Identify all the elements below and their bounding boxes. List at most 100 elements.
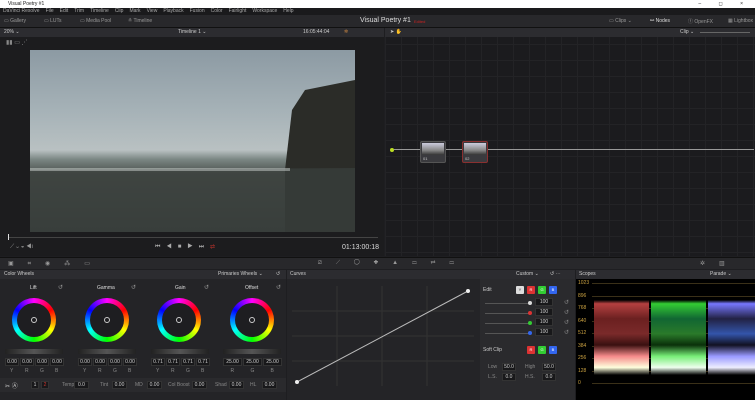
node-editor[interactable]: ➤ ✋ Clip ⌄ 01 02 [385, 28, 755, 256]
openfx-button[interactable]: ⓕ OpenFX [688, 18, 713, 25]
node-01[interactable]: 01 [420, 141, 446, 163]
menu-item[interactable]: DaVinci Resolve [3, 8, 40, 14]
gamma-wheel[interactable] [85, 298, 129, 342]
softclip-toggle[interactable]: B [549, 346, 557, 354]
zoom-slider[interactable] [700, 32, 750, 33]
menu-item[interactable]: Fairlight [229, 8, 247, 14]
offset-master[interactable] [223, 349, 281, 354]
wheel-value-input[interactable]: 0.00 [108, 358, 122, 366]
adjust-input[interactable]: 0.00 [192, 381, 207, 389]
playhead[interactable] [8, 234, 9, 240]
color-icon[interactable]: ✲ [344, 28, 348, 37]
wheel-reset-icon[interactable]: ↺ [131, 284, 136, 291]
slider-handle[interactable] [528, 311, 532, 315]
reset-icon[interactable]: ↺ ⋯ [550, 270, 561, 279]
channel-toggle-b[interactable]: B [549, 286, 557, 294]
intensity-input[interactable]: 100 [535, 308, 553, 316]
page-2-button[interactable]: 2 [41, 381, 49, 389]
intensity-input[interactable]: 100 [535, 318, 553, 326]
wheel-value-input[interactable]: 0.00 [93, 358, 107, 366]
lift-master[interactable] [5, 349, 63, 354]
high-input[interactable]: 50.0 [542, 363, 556, 371]
wheel-reset-icon[interactable]: ↺ [58, 284, 63, 291]
adjust-input[interactable]: 0.0 [74, 381, 89, 389]
window-controls[interactable]: – ◻ × [698, 0, 751, 8]
gamma-master[interactable] [78, 349, 136, 354]
menu-item[interactable]: Fusion [190, 8, 205, 14]
adjust-input[interactable]: 0.00 [229, 381, 244, 389]
scope-mode-select[interactable]: Parade ⌄ [710, 270, 732, 279]
channel-toggle-y[interactable]: Y [516, 286, 524, 294]
menu-item[interactable]: Help [283, 8, 293, 14]
menu-item[interactable]: Edit [60, 8, 69, 14]
viewer-mode-icons[interactable]: ▮▮ ▭ ⋰ [6, 39, 28, 46]
low-input[interactable]: 50.0 [502, 363, 516, 371]
nodes-button[interactable]: ⚯ Nodes [650, 18, 670, 24]
wheel-reset-icon[interactable]: ↺ [276, 284, 281, 291]
page-1-button[interactable]: 1 [31, 381, 39, 389]
intensity-input[interactable]: 100 [535, 298, 553, 306]
wheel-value-input[interactable]: 25.00 [223, 358, 242, 366]
slider-handle[interactable] [528, 331, 532, 335]
node-02[interactable]: 02 [462, 141, 488, 163]
ls-input[interactable]: 0.0 [502, 373, 516, 381]
channel-toggle-g[interactable]: G [538, 286, 546, 294]
palette-icons-right[interactable]: ✲▥ [700, 260, 739, 267]
channel-toggle-r[interactable]: R [527, 286, 535, 294]
wheel-value-input[interactable]: 0.00 [50, 358, 64, 366]
wheel-value-input[interactable]: 0.71 [196, 358, 210, 366]
wheel-value-input[interactable]: 0.00 [5, 358, 19, 366]
wheels-mode-select[interactable]: Primaries Wheels ⌄ [218, 270, 263, 279]
menu-item[interactable]: Mark [129, 8, 140, 14]
wheel-value-input[interactable]: 0.71 [181, 358, 195, 366]
curve-graph[interactable] [292, 286, 474, 386]
pointer-icon[interactable]: ➤ ✋ [390, 28, 402, 37]
menu-item[interactable]: Color [211, 8, 223, 14]
hs-input[interactable]: 0.0 [542, 373, 556, 381]
auto-balance-icon[interactable]: ✂ Ⓐ [5, 381, 18, 390]
palette-icons-center[interactable]: ⧄⟋◯✚▲▭⇄▭ [318, 260, 468, 267]
menu-item[interactable]: Workspace [252, 8, 277, 14]
gain-wheel[interactable] [157, 298, 201, 342]
gallery-button[interactable]: ▭ Gallery [4, 18, 26, 24]
wheel-value-input[interactable]: 25.00 [263, 358, 282, 366]
wheel-value-input[interactable]: 0.00 [20, 358, 34, 366]
wheel-value-input[interactable]: 0.00 [35, 358, 49, 366]
adjust-input[interactable]: 0.00 [147, 381, 162, 389]
media-pool-button[interactable]: ▭ Media Pool [80, 18, 111, 24]
menu-item[interactable]: Trim [74, 8, 84, 14]
reset-icon[interactable]: ↺ [564, 319, 569, 326]
menu-item[interactable]: Timeline [90, 8, 109, 14]
luts-button[interactable]: ▭ LUTs [44, 18, 62, 24]
wheel-value-input[interactable]: 0.71 [151, 358, 165, 366]
clip-select[interactable]: Clip ⌄ [680, 28, 694, 37]
intensity-slider[interactable] [485, 323, 530, 324]
timeline-select[interactable]: Timeline 1 ⌄ [178, 28, 206, 37]
reset-icon[interactable]: ↺ [564, 299, 569, 306]
softclip-toggle[interactable]: G [538, 346, 546, 354]
wheel-value-input[interactable]: 25.00 [243, 358, 262, 366]
gain-master[interactable] [151, 349, 209, 354]
intensity-slider[interactable] [485, 303, 530, 304]
reset-icon[interactable]: ↺ [564, 329, 569, 336]
wheel-value-input[interactable]: 0.00 [123, 358, 137, 366]
intensity-slider[interactable] [485, 333, 530, 334]
intensity-slider[interactable] [485, 313, 530, 314]
palette-icons-left[interactable]: ▣⌗◉⁂▭ [8, 260, 104, 268]
clips-button[interactable]: ▭ Clips ⌄ [609, 18, 632, 24]
menu-item[interactable]: File [46, 8, 54, 14]
zoom-select[interactable]: 20% ⌄ [4, 28, 20, 37]
wheel-value-input[interactable]: 0.71 [166, 358, 180, 366]
lift-wheel[interactable] [12, 298, 56, 342]
reset-icon[interactable]: ↺ [276, 270, 280, 279]
wheel-value-input[interactable]: 0.00 [78, 358, 92, 366]
menu-item[interactable]: Clip [115, 8, 124, 14]
scrubber-bar[interactable] [8, 237, 378, 238]
wheel-reset-icon[interactable]: ↺ [204, 284, 209, 291]
curves-mode-select[interactable]: Custom ⌄ [516, 270, 539, 279]
tool-icons[interactable]: ⟋ ⌄ ◒ ◀ı [10, 244, 33, 251]
menu-item[interactable]: Playback [163, 8, 183, 14]
timeline-button[interactable]: ≛ Timeline [128, 18, 152, 24]
lightbox-button[interactable]: ▦ Lightbox [728, 18, 753, 24]
slider-handle[interactable] [528, 321, 532, 325]
